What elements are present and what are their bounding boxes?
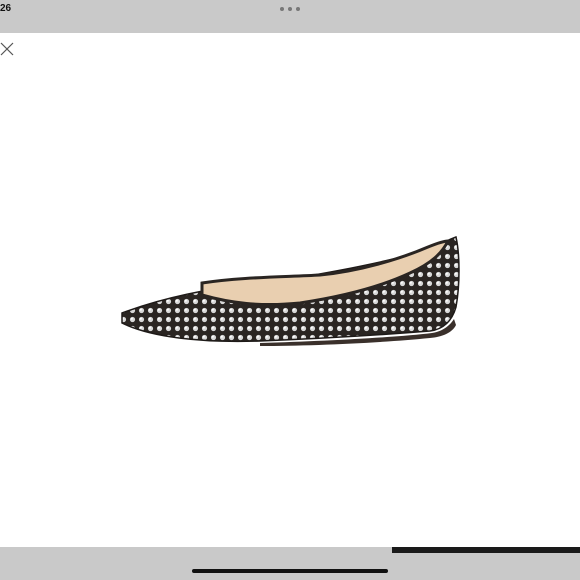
product-photo — [121, 236, 460, 346]
status-bar: 26 — [0, 0, 580, 33]
close-button[interactable] — [0, 42, 14, 56]
status-time: 26 — [0, 3, 12, 14]
home-indicator[interactable] — [192, 569, 388, 573]
close-icon — [0, 42, 14, 56]
progress-indicator — [392, 547, 580, 553]
more-horizontal-icon[interactable] — [280, 6, 300, 12]
